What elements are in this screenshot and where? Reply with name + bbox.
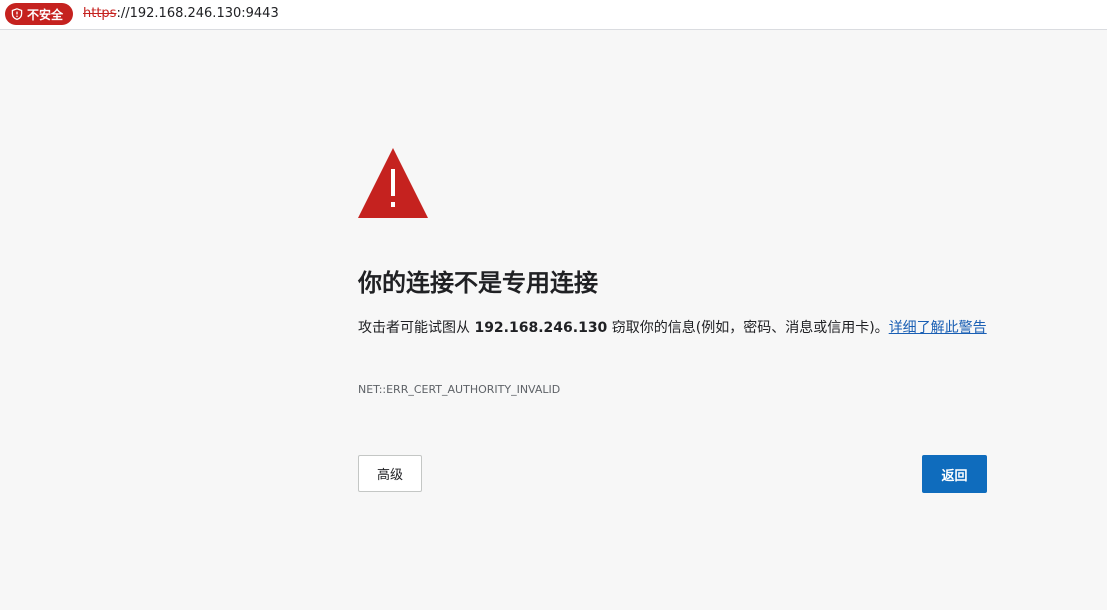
back-button[interactable]: 返回 bbox=[922, 455, 987, 493]
url-field[interactable]: https://192.168.246.130:9443 bbox=[83, 5, 279, 23]
warning-message: 攻击者可能试图从 192.168.246.130 窃取你的信息(例如，密码、消息… bbox=[358, 316, 988, 341]
message-host: 192.168.246.130 bbox=[474, 320, 608, 336]
learn-more-link[interactable]: 详细了解此警告 bbox=[889, 320, 987, 336]
url-host: ://192.168.246.130:9443 bbox=[116, 6, 279, 21]
advanced-button[interactable]: 高级 bbox=[358, 455, 422, 492]
address-bar: 不安全 https://192.168.246.130:9443 bbox=[0, 0, 1107, 30]
url-scheme: https bbox=[83, 6, 117, 21]
warning-triangle-icon bbox=[358, 148, 428, 218]
security-indicator-chip[interactable]: 不安全 bbox=[5, 3, 74, 25]
message-prefix: 攻击者可能试图从 bbox=[358, 320, 475, 336]
message-suffix: 窃取你的信息(例如，密码、消息或信用卡)。 bbox=[607, 320, 889, 336]
shield-icon bbox=[11, 8, 23, 20]
error-code: NET::ERR_CERT_AUTHORITY_INVALID bbox=[358, 383, 561, 396]
security-label: 不安全 bbox=[27, 7, 64, 22]
page-title: 你的连接不是专用连接 bbox=[358, 269, 598, 297]
